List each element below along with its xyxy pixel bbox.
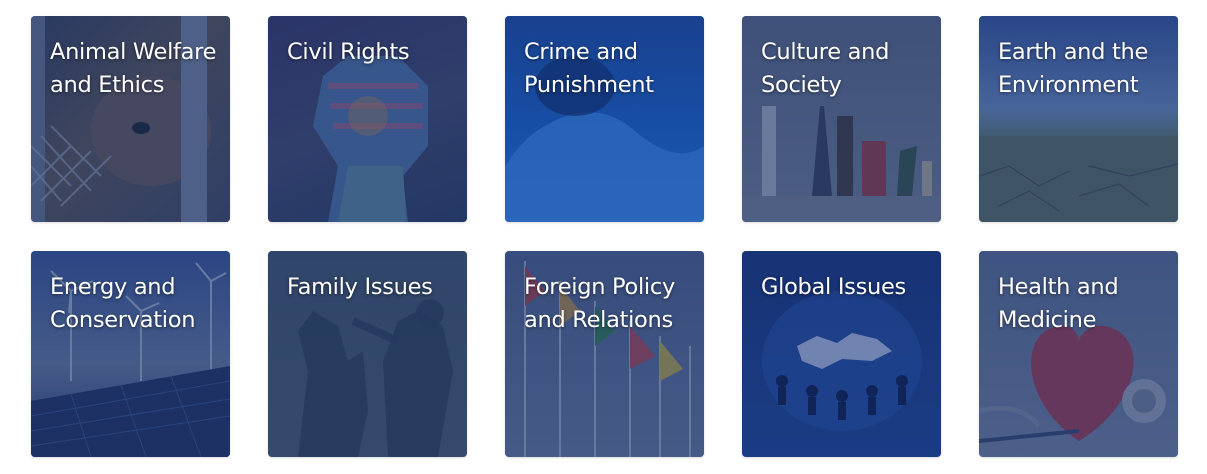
topic-label: Culture and Society	[761, 39, 890, 98]
topic-tile-animal-welfare-and-ethics[interactable]: Animal Welfare and Ethics	[31, 16, 230, 222]
topic-tile-crime-and-punishment[interactable]: Crime and Punishment	[505, 16, 704, 222]
topic-tile-health-and-medicine[interactable]: Health and Medicine	[979, 251, 1178, 457]
topic-label: Crime and Punishment	[524, 39, 654, 98]
topic-label: Health and Medicine	[998, 274, 1119, 333]
topic-label: Foreign Policy and Relations	[524, 274, 675, 333]
topic-label: Energy and Conservation	[50, 274, 196, 333]
topic-tile-family-issues[interactable]: Family Issues	[268, 251, 467, 457]
topic-tile-civil-rights[interactable]: Civil Rights	[268, 16, 467, 222]
topic-label: Family Issues	[287, 274, 433, 300]
topic-grid: Animal Welfare and Ethics Civil Rights C…	[0, 0, 1207, 474]
topic-tile-foreign-policy-and-relations[interactable]: Foreign Policy and Relations	[505, 251, 704, 457]
topic-label: Global Issues	[761, 274, 906, 300]
topic-tile-energy-and-conservation[interactable]: Energy and Conservation	[31, 251, 230, 457]
topic-tile-global-issues[interactable]: Global Issues	[742, 251, 941, 457]
topic-label: Earth and the Environment	[998, 39, 1148, 98]
topic-label: Civil Rights	[287, 39, 410, 65]
topic-label: Animal Welfare and Ethics	[50, 39, 217, 98]
topic-tile-culture-and-society[interactable]: Culture and Society	[742, 16, 941, 222]
topic-tile-earth-and-the-environment[interactable]: Earth and the Environment	[979, 16, 1178, 222]
